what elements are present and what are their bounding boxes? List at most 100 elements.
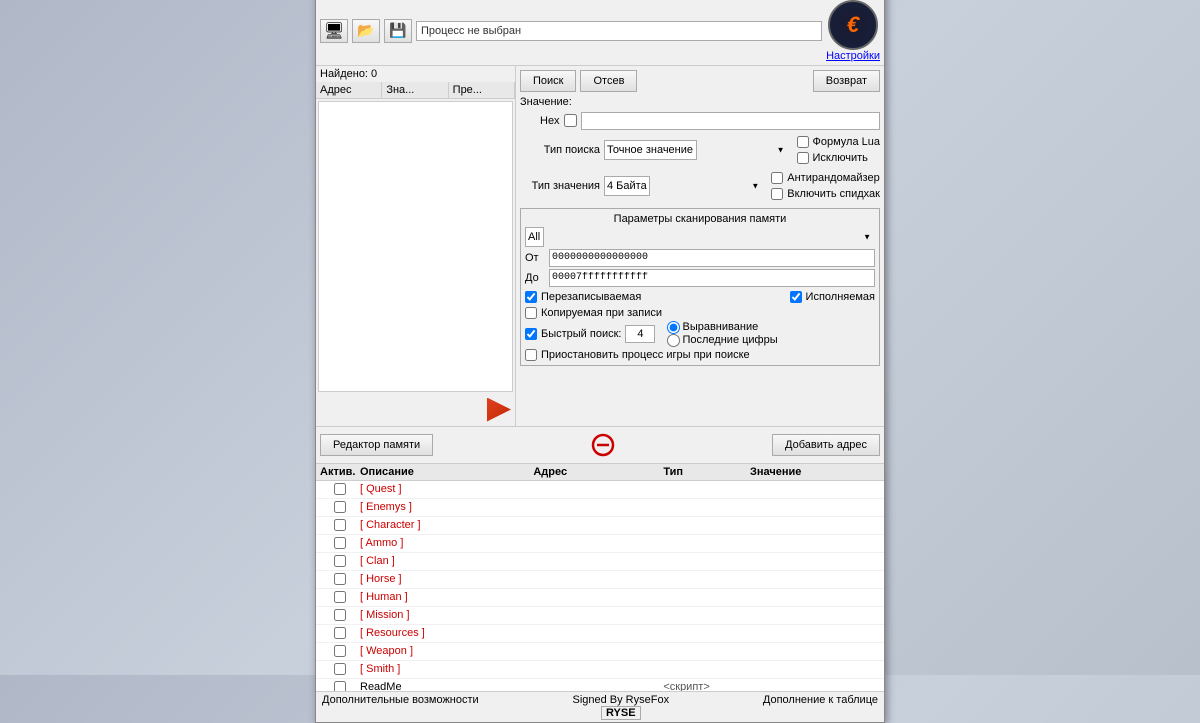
process-name-label: Процесс не выбран	[421, 25, 521, 37]
row-desc-4: [ Clan ]	[360, 555, 533, 567]
suspend-checkbox[interactable]	[525, 349, 537, 361]
row-checkbox-6[interactable]	[334, 591, 346, 603]
search-button[interactable]: Поиск	[520, 70, 576, 92]
from-input[interactable]	[549, 249, 875, 267]
all-dropdown-row: All	[525, 227, 875, 247]
col-addr-header: Адрес	[533, 466, 663, 478]
fast-search-checkbox[interactable]	[525, 328, 537, 340]
add-address-button[interactable]: Добавить адрес	[772, 434, 880, 456]
row-desc-1: [ Enemys ]	[360, 501, 533, 513]
search-type-row: Тип поиска Точное значение Формула Lua	[520, 134, 880, 166]
arrow-area	[316, 394, 515, 426]
scan-params-title: Параметры сканирования памяти	[525, 213, 875, 225]
fast-search-label: Быстрый поиск:	[541, 328, 621, 340]
alignment-label: Выравнивание	[682, 321, 758, 333]
col-val-header: Значение	[750, 466, 880, 478]
found-count-label: Найдено: 0	[316, 66, 515, 82]
speedhack-checkbox[interactable]	[771, 188, 783, 200]
suspend-row: Приостановить процесс игры при поиске	[525, 349, 875, 361]
table-header: Актив. Описание Адрес Тип Значение	[316, 464, 884, 481]
antirand-checkbox[interactable]	[771, 172, 783, 184]
table-row[interactable]: [ Horse ]	[316, 571, 884, 589]
fast-search-value-input[interactable]	[625, 325, 655, 343]
save-button[interactable]: 💾	[384, 19, 412, 43]
alignment-radio[interactable]	[667, 321, 680, 334]
table-row[interactable]: [ Mission ]	[316, 607, 884, 625]
all-dropdown[interactable]: All	[525, 227, 544, 247]
hex-row: Hex	[520, 112, 880, 130]
memory-editor-button[interactable]: Редактор памяти	[320, 434, 433, 456]
table-section: Актив. Описание Адрес Тип Значение [ Que…	[316, 464, 884, 691]
to-input[interactable]	[549, 269, 875, 287]
row-checkbox-10[interactable]	[334, 663, 346, 675]
search-type-dropdown-wrapper: Точное значение	[604, 140, 789, 160]
row-checkbox-8[interactable]	[334, 627, 346, 639]
status-left: Дополнительные возможности	[322, 694, 479, 720]
value-type-dropdown-wrapper: 4 Байта	[604, 176, 763, 196]
row-desc-7: [ Mission ]	[360, 609, 533, 621]
return-button[interactable]: Возврат	[813, 70, 880, 92]
cancel-icon	[589, 431, 617, 459]
lua-checkbox[interactable]	[797, 136, 809, 148]
antirand-checkbox-row: Антирандомайзер	[771, 172, 880, 184]
row-checkbox-5[interactable]	[334, 573, 346, 585]
table-row[interactable]: [ Human ]	[316, 589, 884, 607]
value-input[interactable]	[581, 112, 880, 130]
exclude-checkbox[interactable]	[797, 152, 809, 164]
exclude-checkbox-row: Исключить	[797, 152, 881, 164]
toolbar: 🖥 📂 💾 Процесс не выбран € Настройки	[316, 0, 884, 66]
table-row[interactable]: [ Weapon ]	[316, 643, 884, 661]
rewritable-checkbox[interactable]	[525, 291, 537, 303]
main-window: CE ChEAt Engine 7.0 ─ □ ✕ Файл Изменить …	[315, 0, 885, 723]
suspend-label: Приостановить процесс игры при поиске	[541, 349, 750, 361]
status-bar: Дополнительные возможности Signed By Rys…	[316, 691, 884, 722]
row-checkbox-1[interactable]	[334, 501, 346, 513]
found-list	[318, 101, 513, 392]
search-type-dropdown[interactable]: Точное значение	[604, 140, 697, 160]
last-digits-radio-row: Последние цифры	[667, 334, 777, 347]
right-checkboxes-2: Антирандомайзер Включить спидхак	[771, 170, 880, 202]
row-checkbox-4[interactable]	[334, 555, 346, 567]
copy-on-write-checkbox[interactable]	[525, 307, 537, 319]
last-digits-label: Последние цифры	[682, 334, 777, 346]
settings-link[interactable]: Настройки	[826, 50, 880, 62]
toolbar-inner: 🖥 📂 💾 Процесс не выбран € Настройки	[320, 0, 880, 62]
exclude-label: Исключить	[813, 152, 868, 164]
last-digits-radio[interactable]	[667, 334, 680, 347]
search-type-label: Тип поиска	[520, 144, 600, 156]
table-row[interactable]: [ Clan ]	[316, 553, 884, 571]
to-label: До	[525, 272, 545, 284]
process-name-bar[interactable]: Процесс не выбран	[416, 21, 822, 41]
fast-search-checkbox-row: Быстрый поиск:	[525, 328, 621, 340]
open-button[interactable]: 📂	[352, 19, 380, 43]
vgtimes-watermark: VGTimes	[797, 676, 853, 691]
table-row[interactable]: [ Enemys ]	[316, 499, 884, 517]
row-checkbox-11[interactable]	[334, 681, 346, 691]
table-row[interactable]: [ Ammo ]	[316, 535, 884, 553]
speedhack-label: Включить спидхак	[787, 188, 880, 200]
row-desc-8: [ Resources ]	[360, 627, 533, 639]
value-type-label: Тип значения	[520, 180, 600, 192]
table-row[interactable]: [ Character ]	[316, 517, 884, 535]
value-type-dropdown[interactable]: 4 Байта	[604, 176, 650, 196]
bottom-toolbar: Редактор памяти Добавить адрес	[316, 427, 884, 464]
hex-checkbox[interactable]	[564, 114, 577, 127]
row-checkbox-0[interactable]	[334, 483, 346, 495]
right-checkboxes-1: Формула Lua Исключить	[797, 134, 881, 166]
lua-checkbox-row: Формула Lua	[797, 136, 881, 148]
filter-button[interactable]: Отсев	[580, 70, 637, 92]
table-row[interactable]: [ Quest ]	[316, 481, 884, 499]
row-checkbox-3[interactable]	[334, 537, 346, 549]
rewritable-row: Перезаписываемая	[525, 291, 641, 303]
select-process-button[interactable]: 🖥	[320, 19, 348, 43]
row-checkbox-9[interactable]	[334, 645, 346, 657]
row-checkbox-7[interactable]	[334, 609, 346, 621]
row-desc-11: ReadMe	[360, 681, 533, 691]
col-value-header: Зна...	[382, 82, 448, 98]
executable-row: Исполняемая	[790, 291, 875, 303]
fast-search-row: Быстрый поиск: Выравнивание Последние ци…	[525, 321, 875, 347]
executable-checkbox[interactable]	[790, 291, 802, 303]
lua-label: Формула Lua	[813, 136, 881, 148]
row-checkbox-2[interactable]	[334, 519, 346, 531]
table-row[interactable]: [ Resources ]	[316, 625, 884, 643]
